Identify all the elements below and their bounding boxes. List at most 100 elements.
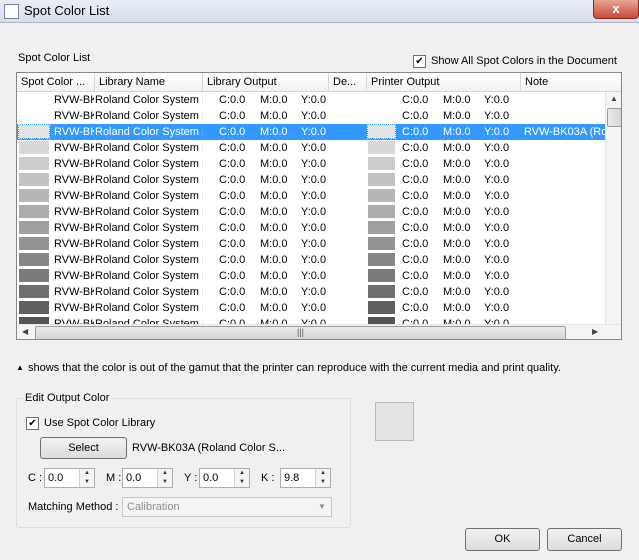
printer-output-c: C:0.0 [402,190,429,202]
printer-output-m: M:0.0 [443,302,471,314]
table-row[interactable]: RVW-BK Roland Color System L C:0.0 M:0.0 Y:0… [17,188,605,204]
table-row[interactable]: RVW-BK Roland Color System L C:0.0 M:0.0 Y:0… [17,140,605,156]
vertical-scrollbar[interactable]: ▲ [605,92,621,324]
printer-output-y: Y:0.0 [484,94,510,106]
library-output-y: Y:0.0 [301,254,327,266]
spot-color-swatch [19,157,49,170]
note-cell [524,93,605,107]
library-output-c: C:0.0 [219,254,246,266]
close-button[interactable]: x [593,0,639,19]
table-row[interactable]: RVW-BK Roland Color System L C:0.0 M:0.0 Y:0… [17,108,605,124]
table-row[interactable]: RVW-BK Roland Color System L C:0.0 M:0.0 Y:0… [17,124,605,140]
printer-color-swatch [368,269,395,282]
vertical-scroll-thumb[interactable] [607,108,621,127]
k-spinner-arrows-icon[interactable]: ▲ ▼ [315,469,330,487]
printer-color-swatch [368,301,395,314]
show-all-label: Show All Spot Colors in the Document [431,55,617,67]
library-output-y: Y:0.0 [301,190,327,202]
selected-color-name: RVW-BK03A (Roland Color S... [132,442,286,454]
table-row[interactable]: RVW-BK Roland Color System L C:0.0 M:0.0 Y:0… [17,316,605,324]
c-value[interactable]: 0.0 [48,472,63,484]
spot-color-swatch [19,221,49,234]
note-cell [524,317,605,324]
m-spinner-arrows-icon[interactable]: ▲ ▼ [157,469,172,487]
column-header-library-name[interactable]: Library Name [95,73,203,91]
printer-color-swatch [368,237,395,250]
m-spinner[interactable]: 0.0 ▲ ▼ [122,468,173,488]
y-spinner[interactable]: 0.0 ▲ ▼ [199,468,250,488]
horizontal-scroll-thumb[interactable]: ||| [35,326,566,339]
library-name: Roland Color System L [95,190,203,202]
show-all-checkbox[interactable]: ✔ [413,55,426,68]
list-header: Spot Color ... Library Name Library Outp… [17,73,621,92]
table-row[interactable]: RVW-BK Roland Color System L C:0.0 M:0.0 Y:0… [17,92,605,108]
c-spinner-arrows-icon[interactable]: ▲ ▼ [79,469,94,487]
printer-color-swatch [368,157,395,170]
library-output-c: C:0.0 [219,286,246,298]
spot-color-swatch [19,301,49,314]
scroll-left-arrow-icon[interactable]: ◀ [22,327,28,336]
k-spinner[interactable]: 9.8 ▲ ▼ [280,468,331,488]
spot-color-swatch [19,189,49,202]
table-row[interactable]: RVW-BK Roland Color System L C:0.0 M:0.0 Y:0… [17,268,605,284]
library-name: Roland Color System L [95,174,203,186]
c-spinner[interactable]: 0.0 ▲ ▼ [44,468,95,488]
spot-color-swatch [19,269,49,282]
dropdown-arrow-icon[interactable]: ▼ [315,500,329,514]
printer-color-swatch [368,141,395,154]
printer-output-y: Y:0.0 [484,110,510,122]
note-cell [524,157,605,171]
printer-output-y: Y:0.0 [484,270,510,282]
scroll-right-arrow-icon[interactable]: ▶ [592,327,598,336]
spot-color-list-label: Spot Color List [18,52,91,64]
note-cell [524,173,605,187]
matching-method-select[interactable]: Calibration ▼ [122,497,332,517]
library-name: Roland Color System L [95,206,203,218]
note-cell [524,141,605,155]
printer-output-y: Y:0.0 [484,238,510,250]
library-name: Roland Color System L [95,158,203,170]
table-row[interactable]: RVW-BK Roland Color System L C:0.0 M:0.0 Y:0… [17,156,605,172]
scroll-up-arrow-icon[interactable]: ▲ [610,94,618,103]
table-row[interactable]: RVW-BK Roland Color System L C:0.0 M:0.0 Y:0… [17,220,605,236]
k-value[interactable]: 9.8 [284,472,299,484]
m-value[interactable]: 0.0 [126,472,141,484]
table-row[interactable]: RVW-BK Roland Color System L C:0.0 M:0.0 Y:0… [17,284,605,300]
spot-color-list[interactable]: Spot Color ... Library Name Library Outp… [16,72,622,340]
note-cell [524,301,605,315]
printer-output-c: C:0.0 [402,158,429,170]
select-button[interactable]: Select [40,437,127,459]
column-header-printer-output[interactable]: Printer Output [367,73,521,91]
table-row[interactable]: RVW-BK Roland Color System L C:0.0 M:0.0 Y:0… [17,236,605,252]
table-row[interactable]: RVW-BK Roland Color System L C:0.0 M:0.0 Y:0… [17,252,605,268]
y-spinner-arrows-icon[interactable]: ▲ ▼ [234,469,249,487]
printer-output-c: C:0.0 [402,206,429,218]
y-value[interactable]: 0.0 [203,472,218,484]
column-header-spot-color[interactable]: Spot Color ... [17,73,95,91]
column-header-de[interactable]: De... [329,73,367,91]
library-output-y: Y:0.0 [301,126,327,138]
column-header-library-output[interactable]: Library Output [203,73,329,91]
spot-color-swatch [19,237,49,250]
table-row[interactable]: RVW-BK Roland Color System L C:0.0 M:0.0 Y:0… [17,172,605,188]
table-row[interactable]: RVW-BK Roland Color System L C:0.0 M:0.0 Y:0… [17,204,605,220]
column-header-note[interactable]: Note [521,73,621,91]
c-label: C : [28,472,43,484]
color-preview-swatch [375,402,414,441]
printer-output-m: M:0.0 [443,126,471,138]
use-spot-color-library-checkbox[interactable]: ✔ [26,417,39,430]
ok-button[interactable]: OK [465,528,540,551]
title-bar: Spot Color List x [0,0,639,23]
library-output-c: C:0.0 [219,238,246,250]
spot-color-swatch [19,141,49,154]
printer-output-c: C:0.0 [402,302,429,314]
printer-output-y: Y:0.0 [484,190,510,202]
note-cell [524,285,605,299]
cancel-button[interactable]: Cancel [547,528,622,551]
library-output-c: C:0.0 [219,142,246,154]
horizontal-scrollbar[interactable]: ◀ ||| ▶ [17,324,621,339]
printer-output-y: Y:0.0 [484,222,510,234]
printer-output-y: Y:0.0 [484,126,510,138]
table-row[interactable]: RVW-BK Roland Color System L C:0.0 M:0.0 Y:0… [17,300,605,316]
spot-color-swatch [19,109,49,122]
